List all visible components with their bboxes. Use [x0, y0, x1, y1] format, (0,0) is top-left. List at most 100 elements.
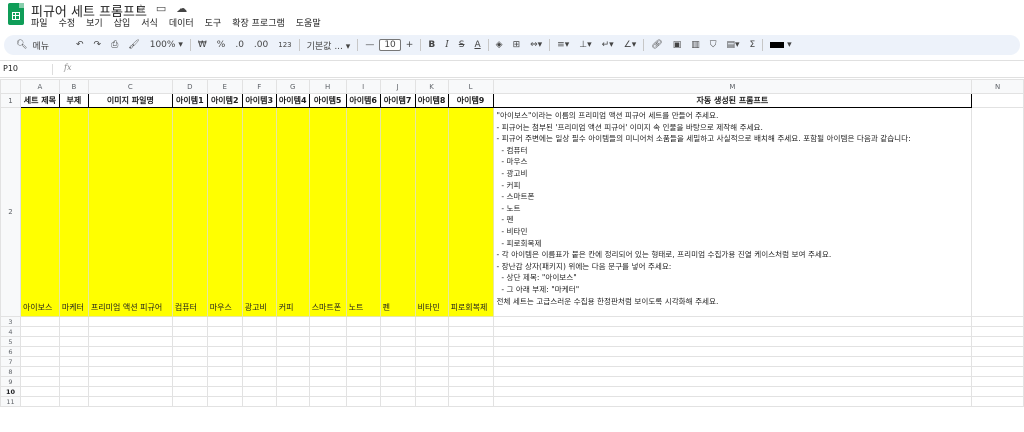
- cell[interactable]: [308, 376, 347, 387]
- column-header[interactable]: H: [308, 79, 347, 94]
- header-cell[interactable]: 아이템7: [379, 93, 416, 108]
- filter-views-icon[interactable]: ▤▾: [721, 40, 744, 50]
- menu-view[interactable]: 보기: [86, 16, 103, 29]
- italic-button[interactable]: I: [440, 40, 454, 50]
- header-cell[interactable]: 아이템2: [206, 93, 243, 108]
- cell[interactable]: [241, 336, 277, 347]
- undo-icon[interactable]: ↶: [71, 40, 89, 50]
- cell[interactable]: [275, 326, 310, 337]
- text-rotate-icon[interactable]: ∠▾: [619, 40, 642, 50]
- column-header[interactable]: E: [206, 79, 243, 94]
- column-header[interactable]: M: [492, 79, 973, 94]
- cell[interactable]: [87, 326, 173, 337]
- cell[interactable]: [971, 356, 1024, 367]
- text-wrap-icon[interactable]: ↵▾: [597, 40, 619, 50]
- cell[interactable]: [275, 366, 310, 377]
- cell[interactable]: [414, 366, 449, 377]
- cell[interactable]: [379, 356, 416, 367]
- cell[interactable]: [492, 346, 973, 357]
- link-icon[interactable]: 🔗︎: [646, 40, 667, 50]
- cell[interactable]: [447, 346, 494, 357]
- row-header[interactable]: 8: [0, 366, 21, 377]
- cell[interactable]: [345, 316, 381, 327]
- cell[interactable]: [171, 346, 208, 357]
- cell[interactable]: [492, 316, 973, 327]
- chart-icon[interactable]: ▥: [686, 40, 705, 50]
- zoom-select[interactable]: 100% ▾: [145, 40, 188, 50]
- cell[interactable]: [379, 396, 416, 407]
- data-cell[interactable]: 비타민: [414, 107, 449, 317]
- cell[interactable]: [275, 336, 310, 347]
- cell[interactable]: [345, 376, 381, 387]
- cell[interactable]: [971, 326, 1024, 337]
- header-cell[interactable]: 세트 제목: [19, 93, 60, 108]
- row-header[interactable]: 11: [0, 396, 21, 407]
- cell[interactable]: [414, 396, 449, 407]
- menu-tools[interactable]: 도구: [205, 16, 222, 29]
- row-header[interactable]: 3: [0, 316, 21, 327]
- column-header[interactable]: F: [241, 79, 277, 94]
- cell[interactable]: [241, 366, 277, 377]
- cell[interactable]: [971, 336, 1024, 347]
- star-icon[interactable]: ☆: [136, 2, 146, 15]
- currency-button[interactable]: ₩: [193, 40, 212, 50]
- cell[interactable]: [308, 316, 347, 327]
- horizontal-align-icon[interactable]: ≡▾: [552, 40, 574, 50]
- data-cell[interactable]: [971, 107, 1024, 317]
- cell[interactable]: [345, 356, 381, 367]
- data-cell[interactable]: 피로회복제: [447, 107, 494, 317]
- cell[interactable]: [447, 386, 494, 397]
- cell[interactable]: [379, 316, 416, 327]
- cell[interactable]: [19, 326, 60, 337]
- cell[interactable]: [275, 396, 310, 407]
- cell[interactable]: [206, 366, 243, 377]
- cell[interactable]: [275, 386, 310, 397]
- cell[interactable]: [345, 326, 381, 337]
- column-header[interactable]: C: [87, 79, 173, 94]
- cell[interactable]: [308, 396, 347, 407]
- cloud-icon[interactable]: ☁: [176, 2, 187, 15]
- decrease-decimal-button[interactable]: .0: [230, 40, 249, 50]
- name-box[interactable]: P10: [3, 64, 18, 73]
- cell[interactable]: [308, 366, 347, 377]
- cell[interactable]: [971, 396, 1024, 407]
- column-header[interactable]: D: [171, 79, 208, 94]
- cell[interactable]: [447, 396, 494, 407]
- data-cell[interactable]: 스마트폰: [308, 107, 347, 317]
- cell[interactable]: [171, 376, 208, 387]
- cell[interactable]: [171, 396, 208, 407]
- cell[interactable]: [87, 336, 173, 347]
- font-select[interactable]: 기본값 ... ▾: [302, 39, 356, 52]
- row-header[interactable]: 2: [0, 107, 21, 317]
- comment-icon[interactable]: ▣: [668, 40, 687, 50]
- cell[interactable]: [19, 386, 60, 397]
- cell[interactable]: [308, 326, 347, 337]
- header-cell[interactable]: 아이템6: [345, 93, 381, 108]
- cell[interactable]: [379, 336, 416, 347]
- cell[interactable]: [19, 346, 60, 357]
- cell[interactable]: [492, 366, 973, 377]
- font-size-decrease-button[interactable]: —: [360, 40, 379, 50]
- cell[interactable]: [492, 396, 973, 407]
- cell[interactable]: [345, 396, 381, 407]
- cell[interactable]: [414, 346, 449, 357]
- menu-format[interactable]: 서식: [141, 16, 158, 29]
- cell[interactable]: [414, 376, 449, 387]
- font-size-input[interactable]: 10: [379, 39, 401, 51]
- cell[interactable]: [971, 376, 1024, 387]
- cell[interactable]: [171, 336, 208, 347]
- cell[interactable]: [58, 386, 89, 397]
- cell[interactable]: [206, 326, 243, 337]
- cell[interactable]: [492, 376, 973, 387]
- cell[interactable]: [379, 376, 416, 387]
- header-cell[interactable]: 아이템3: [241, 93, 277, 108]
- column-header[interactable]: J: [379, 79, 416, 94]
- header-cell[interactable]: 부제: [58, 93, 89, 108]
- sheets-logo-icon[interactable]: [8, 3, 24, 25]
- cell[interactable]: [379, 386, 416, 397]
- cell[interactable]: [206, 356, 243, 367]
- cell[interactable]: [206, 316, 243, 327]
- cell[interactable]: [414, 316, 449, 327]
- menu-extensions[interactable]: 확장 프로그램: [232, 16, 285, 29]
- data-cell[interactable]: 펜: [379, 107, 416, 317]
